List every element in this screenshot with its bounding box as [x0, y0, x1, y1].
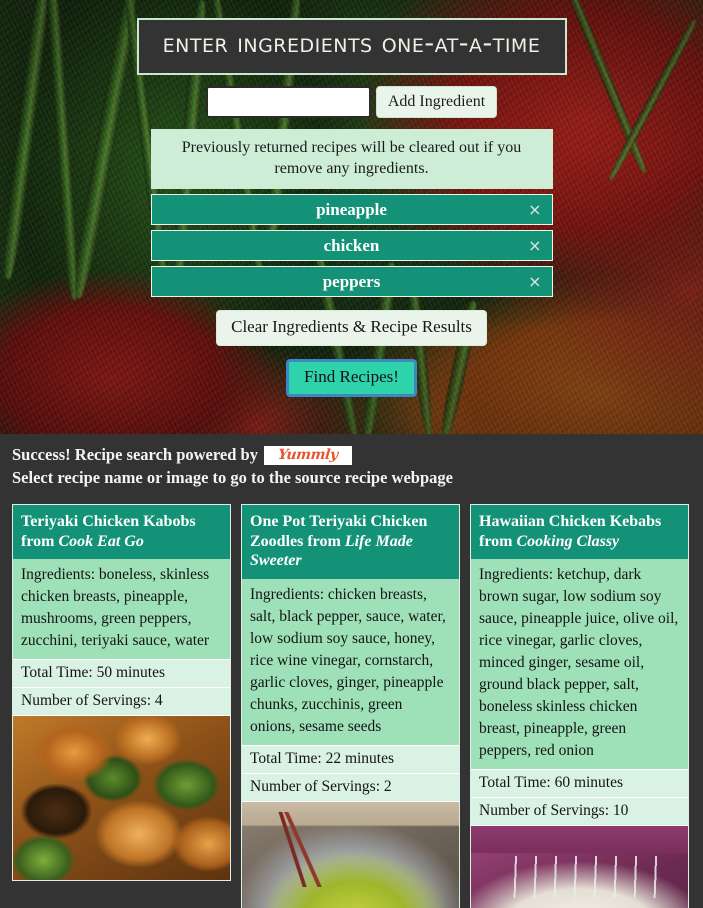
ingredient-pill[interactable]: pineapple ×	[150, 194, 553, 226]
ingredient-pill[interactable]: peppers ×	[150, 266, 553, 298]
recipe-image[interactable]	[471, 825, 688, 908]
recipe-total-time: Total Time: 50 minutes	[13, 659, 230, 688]
recipe-name: Hawaiian Chicken Kebabs	[479, 513, 662, 531]
status-message: Success! Recipe search powered by Yummly	[0, 444, 703, 466]
ingredient-pill-label: chicken	[323, 235, 380, 255]
remove-ingredient-icon[interactable]: ×	[528, 201, 541, 218]
recipe-servings: Number of Servings: 2	[242, 772, 459, 801]
recipe-title-link[interactable]: One Pot Teriyaki Chicken Zoodles from Li…	[242, 505, 459, 579]
ingredient-pill-label: pineapple	[316, 199, 387, 219]
find-recipes-button[interactable]: Find Recipes!	[286, 359, 417, 398]
recipe-source: Cook Eat Go	[58, 532, 144, 550]
page-title: Enter ingredients one-at-a-time	[136, 18, 567, 75]
hero-banner: Enter ingredients one-at-a-time Add Ingr…	[0, 0, 703, 434]
results-instructions: Select recipe name or image to go to the…	[12, 468, 453, 488]
recipe-title-link[interactable]: Teriyaki Chicken Kabobs from Cook Eat Go	[13, 505, 230, 560]
ingredient-entry-row: Add Ingredient	[205, 85, 498, 118]
recipe-servings: Number of Servings: 4	[13, 687, 230, 716]
ingredient-pill[interactable]: chicken ×	[150, 230, 553, 262]
recipe-from-label: from	[479, 532, 513, 550]
recipe-total-time: Total Time: 22 minutes	[242, 744, 459, 773]
recipe-from-label: from	[307, 532, 341, 550]
add-ingredient-button[interactable]: Add Ingredient	[375, 85, 498, 118]
remove-ingredient-icon[interactable]: ×	[528, 273, 541, 290]
ingredient-list: pineapple × chicken × peppers ×	[150, 189, 553, 298]
recipe-image[interactable]	[13, 715, 230, 881]
status-text: Success! Recipe search powered by	[12, 445, 258, 464]
yummly-logo-text: Yummly	[277, 446, 339, 463]
recipe-ingredients: Ingredients: chicken breasts, salt, blac…	[242, 578, 459, 745]
recipe-card: Teriyaki Chicken Kabobs from Cook Eat Go…	[12, 504, 231, 882]
recipe-card: One Pot Teriyaki Chicken Zoodles from Li…	[241, 504, 460, 908]
recipe-servings: Number of Servings: 10	[471, 797, 688, 826]
clear-ingredients-button[interactable]: Clear Ingredients & Recipe Results	[216, 310, 487, 347]
ingredient-input[interactable]	[205, 85, 371, 118]
recipe-total-time: Total Time: 60 minutes	[471, 769, 688, 798]
recipe-source: Cooking Classy	[516, 532, 620, 550]
recipe-from-label: from	[21, 532, 55, 550]
recipe-ingredients: Ingredients: ketchup, dark brown sugar, …	[471, 559, 688, 770]
recipe-card: Hawaiian Chicken Kebabs from Cooking Cla…	[470, 504, 689, 908]
results-section: Success! Recipe search powered by Yummly…	[0, 434, 703, 908]
remove-ingredient-icon[interactable]: ×	[528, 237, 541, 254]
recipe-name: Teriyaki Chicken Kabobs	[21, 513, 196, 531]
recipe-ingredients: Ingredients: boneless, skinless chicken …	[13, 559, 230, 660]
recipe-image[interactable]	[242, 800, 459, 908]
clear-warning-notice: Previously returned recipes will be clea…	[150, 128, 553, 190]
recipe-card-list: Teriyaki Chicken Kabobs from Cook Eat Go…	[0, 488, 703, 908]
yummly-logo[interactable]: Yummly	[263, 445, 352, 465]
recipe-title-link[interactable]: Hawaiian Chicken Kebabs from Cooking Cla…	[471, 505, 688, 560]
ingredient-pill-label: peppers	[322, 271, 381, 291]
